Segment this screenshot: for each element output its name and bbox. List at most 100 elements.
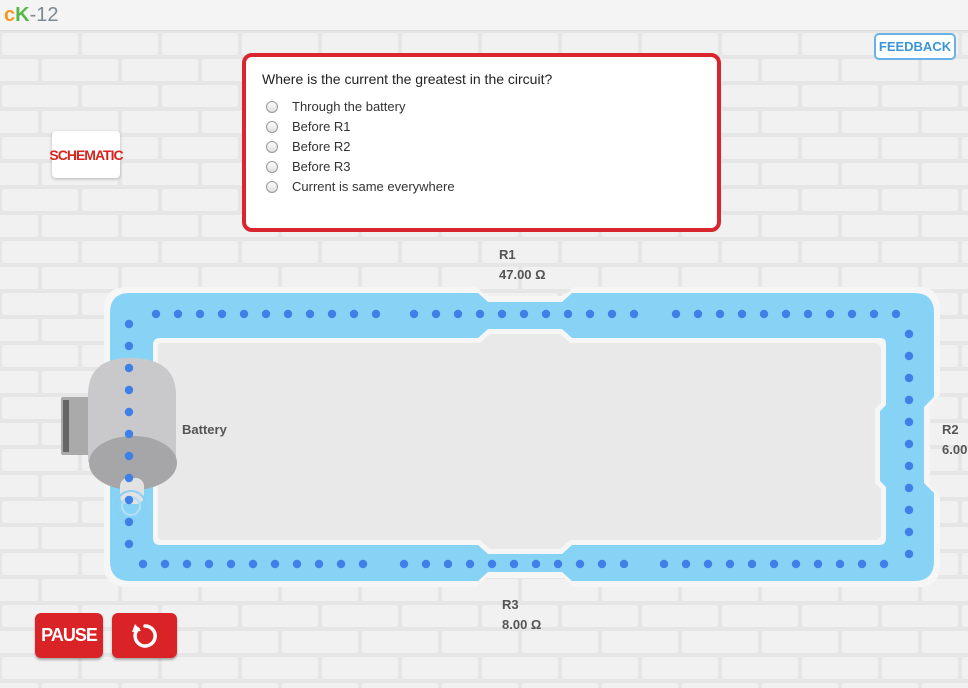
electron-dot [869,309,879,319]
electron-dot [904,439,914,449]
option-before-r1[interactable]: Before R1 [266,119,351,134]
electron-dot [519,309,529,319]
electron-dot [585,309,595,319]
r3-value: 8.00 Ω [502,617,542,632]
electron-dot [671,309,681,319]
r2-value: 6.00 [942,442,968,457]
reset-icon [131,623,157,648]
electron-dot [124,363,134,373]
electron-dot [204,559,214,569]
option-before-r3[interactable]: Before R3 [266,159,351,174]
electron-dot [173,309,183,319]
electron-dot [465,559,475,569]
electron-dot [195,309,205,319]
electron-dot [803,309,813,319]
electron-dot [124,341,134,351]
electron-dot [124,473,134,483]
electron-dot [270,559,280,569]
electron-dot [904,395,914,405]
electron-dot [509,559,519,569]
pause-button[interactable]: PAUSE [35,613,103,658]
electron-dot [336,559,346,569]
electron-dot [124,385,134,395]
electron-dot [124,495,134,505]
electron-dot [138,559,148,569]
circuit-interior [158,334,881,549]
electron-dot [314,559,324,569]
r1-name: R1 [499,247,516,262]
electron-dot [421,559,431,569]
electron-dot [226,559,236,569]
electron-dot [563,309,573,319]
electron-dot [879,559,889,569]
electron-dot [597,559,607,569]
electron-dot [619,559,629,569]
r2-name: R2 [942,422,959,437]
electron-dot [904,417,914,427]
electron-dot [904,329,914,339]
r3-name: R3 [502,597,519,612]
electron-dot [759,309,769,319]
electron-dot [248,559,258,569]
electron-dot [904,549,914,559]
electron-dot [531,559,541,569]
electron-dot [124,407,134,417]
radio-button[interactable] [266,100,278,113]
electron-dot [904,483,914,493]
electron-dot [349,309,359,319]
electron-dot [475,309,485,319]
electron-dot [124,539,134,549]
electron-dot [124,517,134,527]
radio-button[interactable] [266,180,278,193]
electron-dot [835,559,845,569]
electron-dot [124,319,134,329]
electron-dot [239,309,249,319]
reset-button[interactable] [112,613,177,658]
electron-dot [182,559,192,569]
electron-dot [497,309,507,319]
electron-dot [725,559,735,569]
electron-dot [541,309,551,319]
electron-dot [399,559,409,569]
electron-dot [409,309,419,319]
electron-dot [813,559,823,569]
question-text: Where is the current the greatest in the… [262,71,553,87]
electron-dot [737,309,747,319]
electron-dot [891,309,901,319]
electron-dot [693,309,703,319]
electron-dot [575,559,585,569]
r1-value: 47.00 Ω [499,267,546,282]
electron-dot [747,559,757,569]
electron-dot [151,309,161,319]
radio-button[interactable] [266,160,278,173]
option-same-everywhere[interactable]: Current is same everywhere [266,179,455,194]
electron-dot [791,559,801,569]
electron-dot [305,309,315,319]
electron-dot [292,559,302,569]
electron-dot [659,559,669,569]
electron-dot [443,559,453,569]
option-through-battery[interactable]: Through the battery [266,99,405,114]
option-before-r2[interactable]: Before R2 [266,139,351,154]
electron-dot [904,373,914,383]
electron-dot [358,559,368,569]
electron-dot [825,309,835,319]
electron-dot [160,559,170,569]
electron-dot [327,309,337,319]
electron-dot [371,309,381,319]
radio-button[interactable] [266,120,278,133]
electron-dot [431,309,441,319]
electron-dot [283,309,293,319]
question-panel: Where is the current the greatest in the… [242,53,721,232]
electron-dot [904,527,914,537]
electron-dot [847,309,857,319]
electron-dot [904,351,914,361]
battery-label: Battery [182,422,227,437]
electron-dot [553,559,563,569]
electron-dot [904,461,914,471]
electron-dot [607,309,617,319]
electron-dot [703,559,713,569]
radio-button[interactable] [266,140,278,153]
electron-dot [453,309,463,319]
electron-dot [857,559,867,569]
